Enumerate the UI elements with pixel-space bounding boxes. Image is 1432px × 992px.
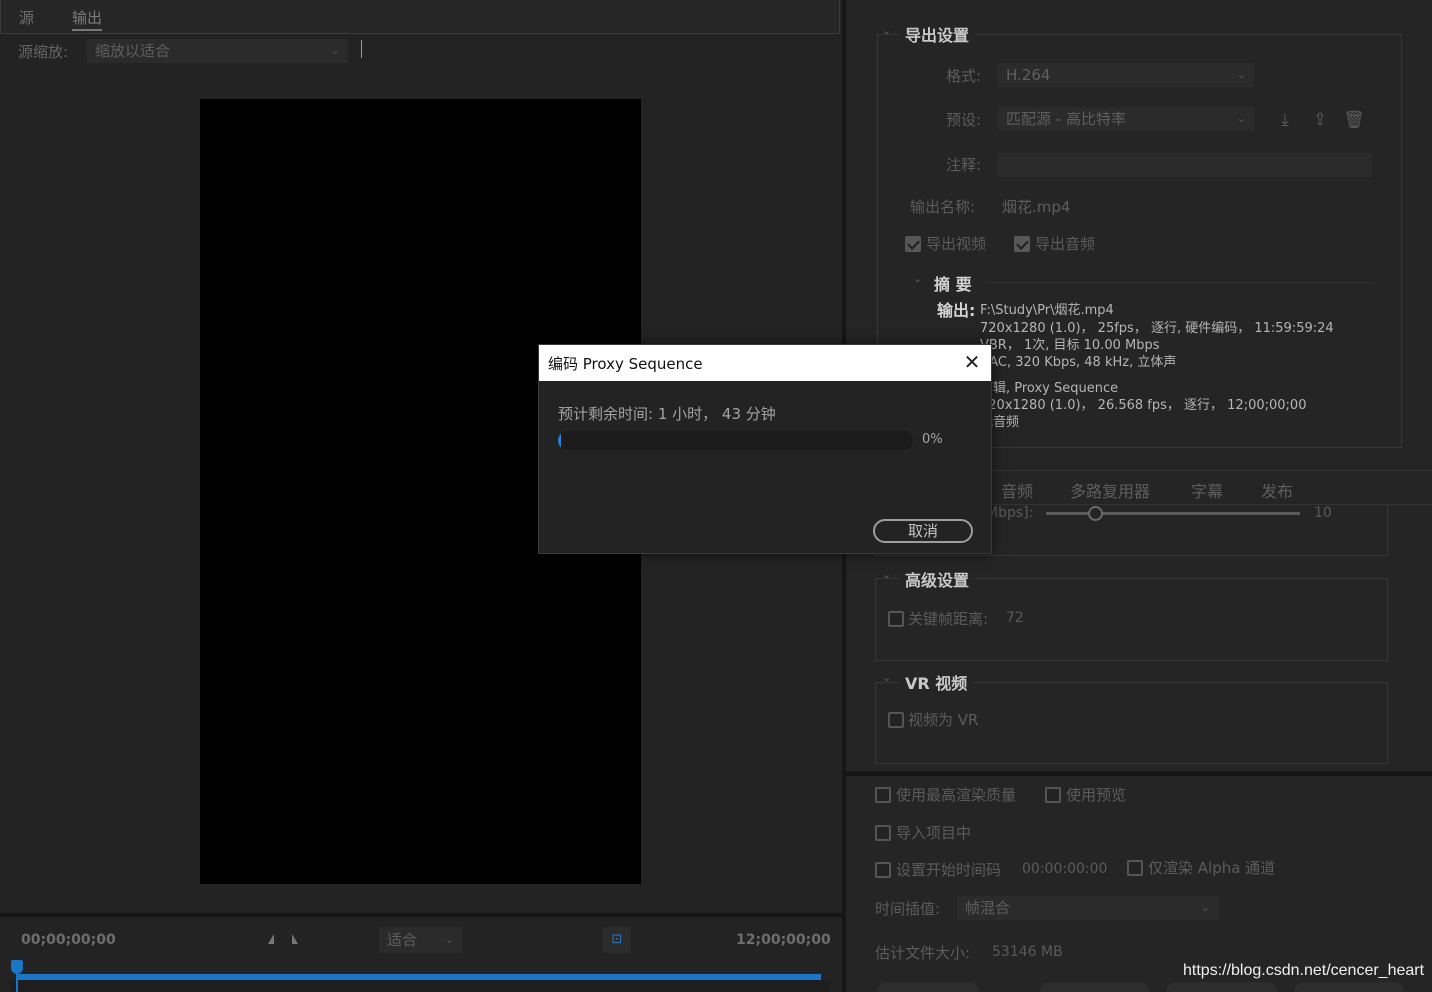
chevron-down-icon: ⌄ — [1236, 68, 1246, 81]
timeline-range-bar[interactable] — [17, 974, 821, 980]
comment-input[interactable] — [998, 153, 1372, 177]
time-interpolation-label: 时间插值: — [875, 900, 941, 918]
trash-icon[interactable]: 🗑 — [1343, 109, 1365, 131]
summary-output-label: 输出: — [937, 301, 976, 320]
chevron-down-icon: ⌄ — [330, 44, 340, 57]
vr-video-title[interactable]: VR 视频 — [899, 670, 974, 694]
timecode-start[interactable]: 00;00;00;00 — [21, 932, 116, 948]
monitor-tab-bar: 源 输出 — [0, 0, 840, 34]
import-into-project-label: 导入项目中 — [896, 824, 972, 842]
tab-output[interactable]: 输出 — [72, 7, 103, 31]
preset-value: 匹配源 - 高比特率 — [1006, 110, 1126, 128]
bitrate-value: 10 — [1314, 505, 1332, 521]
dialog-title: 编码 Proxy Sequence — [548, 355, 703, 373]
encoding-dialog: 编码 Proxy Sequence ✕ 预计剩余时间: 1 小时， 43 分钟 … — [538, 344, 992, 554]
summary-output-line: F:\Study\Pr\烟花.mp4 — [980, 303, 1114, 318]
panel-divider — [846, 771, 1432, 776]
tab-multiplexer[interactable]: 多路复用器 — [1070, 478, 1150, 502]
tab-captions[interactable]: 字幕 — [1191, 478, 1223, 502]
keyframe-distance-label: 关键帧距离: — [908, 610, 989, 628]
output-name-label: 输出名称: — [910, 198, 976, 216]
watermark-text: https://blog.csdn.net/cencer_heart — [1183, 962, 1425, 979]
preset-label: 预设: — [946, 111, 982, 129]
chevron-down-icon[interactable]: ⌄ — [882, 671, 891, 684]
video-is-vr-checkbox[interactable] — [888, 712, 904, 728]
estimated-file-size-value: 53146 MB — [992, 944, 1063, 960]
bitrate-label: Mbps]: — [986, 505, 1034, 521]
text-cursor — [361, 40, 362, 58]
chevron-down-icon: ⌄ — [1236, 112, 1246, 125]
export-button[interactable] — [1166, 982, 1278, 992]
summary-title[interactable]: 摘 要 — [934, 271, 972, 295]
mark-out-icon[interactable] — [292, 934, 304, 944]
export-settings-title[interactable]: 导出设置 — [899, 22, 976, 46]
tab-source[interactable]: 源 — [19, 7, 34, 28]
time-interpolation-dropdown[interactable]: 帧混合 ⌄ — [957, 896, 1218, 920]
chevron-down-icon: ⌄ — [444, 933, 454, 946]
format-value: H.264 — [1006, 66, 1051, 84]
keyframe-distance-checkbox[interactable] — [888, 611, 904, 627]
chevron-down-icon[interactable]: ⌄ — [882, 568, 891, 581]
save-preset-icon[interactable]: ⤓ — [1274, 109, 1296, 131]
import-preset-icon[interactable]: ⇪ — [1309, 109, 1331, 131]
export-video-checkbox[interactable] — [905, 236, 921, 252]
progress-percent: 0% — [922, 432, 943, 447]
use-preview-checkbox[interactable] — [1045, 787, 1061, 803]
format-dropdown[interactable]: H.264 ⌄ — [998, 63, 1254, 87]
chevron-down-icon: ⌄ — [1200, 901, 1210, 914]
summary-output-line: AAC, 320 Kbps, 48 kHz, 立体声 — [980, 355, 1177, 370]
timecode-end[interactable]: 12;00;00;00 — [736, 932, 831, 948]
use-preview-label: 使用预览 — [1066, 786, 1127, 804]
export-audio-label: 导出音频 — [1035, 235, 1096, 253]
import-into-project-checkbox[interactable] — [875, 825, 891, 841]
preset-dropdown[interactable]: 匹配源 - 高比特率 ⌄ — [998, 107, 1254, 131]
estimated-file-size-label: 估计文件大小: — [875, 944, 971, 962]
output-name-link[interactable]: 烟花.mp4 — [1002, 196, 1070, 217]
source-scale-value: 缩放以适合 — [95, 42, 171, 60]
time-interpolation-value: 帧混合 — [965, 899, 1011, 917]
export-video-label: 导出视频 — [926, 235, 987, 253]
fit-dropdown[interactable]: 适合 ⌄ — [379, 927, 462, 953]
cancel-encoding-button[interactable]: 取消 — [873, 519, 973, 543]
source-scale-label: 源缩放: — [18, 43, 69, 61]
video-is-vr-label: 视频为 VR — [908, 711, 979, 729]
tab-audio[interactable]: 音频 — [1001, 478, 1033, 502]
timeline-track[interactable] — [10, 980, 830, 992]
set-start-timecode-label: 设置开始时间码 — [896, 861, 1002, 879]
export-audio-checkbox[interactable] — [1014, 236, 1030, 252]
set-start-timecode-checkbox[interactable] — [875, 862, 891, 878]
summary-divider — [986, 282, 1372, 283]
playhead-line — [16, 972, 18, 992]
chevron-down-icon[interactable]: ⌄ — [913, 272, 922, 285]
format-label: 格式: — [946, 67, 982, 85]
source-scale-dropdown[interactable]: 缩放以适合 ⌄ — [87, 39, 348, 63]
max-render-quality-label: 使用最高渲染质量 — [896, 786, 1017, 804]
max-render-quality-checkbox[interactable] — [875, 787, 891, 803]
encoding-progress-bar — [558, 431, 913, 450]
panel-divider — [0, 913, 842, 917]
remaining-time-text: 预计剩余时间: 1 小时， 43 分钟 — [558, 405, 776, 423]
cancel-button[interactable] — [1294, 982, 1404, 992]
chevron-down-icon[interactable]: ⌄ — [882, 24, 891, 37]
summary-source-line: 720x1280 (1.0)， 26.568 fps， 逐行， 12;00;00… — [980, 398, 1307, 413]
metadata-button[interactable] — [877, 982, 979, 992]
keyframe-distance-value[interactable]: 72 — [1006, 610, 1024, 626]
alpha-only-label: 仅渲染 Alpha 通道 — [1148, 859, 1276, 877]
fit-value: 适合 — [387, 931, 418, 949]
queue-button[interactable] — [1040, 982, 1150, 992]
tab-publish[interactable]: 发布 — [1261, 478, 1293, 502]
dialog-title-bar[interactable]: 编码 Proxy Sequence ✕ — [539, 345, 991, 381]
alpha-only-checkbox[interactable] — [1127, 860, 1143, 876]
bitrate-slider-track[interactable] — [1046, 512, 1300, 515]
comment-label: 注释: — [946, 156, 982, 174]
close-icon[interactable]: ✕ — [960, 350, 984, 374]
start-timecode-value[interactable]: 00:00:00:00 — [1022, 861, 1107, 877]
fit-frame-icon[interactable]: ⊡ — [603, 927, 631, 953]
progress-fill — [558, 431, 561, 450]
bitrate-slider-knob[interactable] — [1088, 506, 1103, 521]
mark-in-icon[interactable] — [262, 934, 274, 944]
advanced-settings-title[interactable]: 高级设置 — [899, 567, 976, 591]
